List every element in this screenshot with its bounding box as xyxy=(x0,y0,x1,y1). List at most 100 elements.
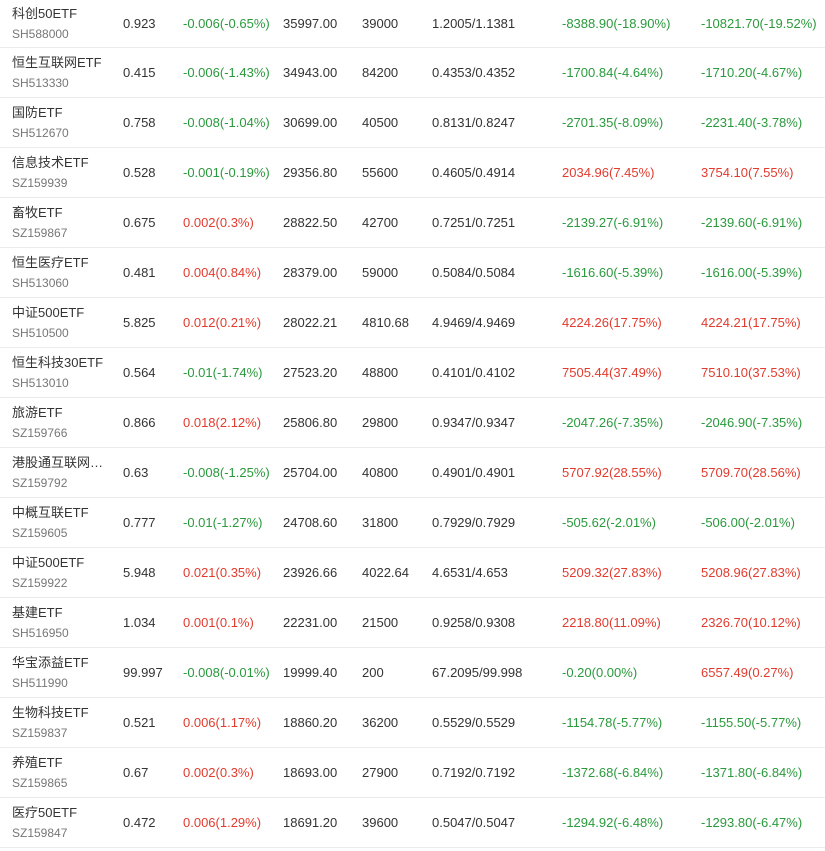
fund-name-cell[interactable]: 国防ETF SH512670 xyxy=(0,97,113,147)
fund-name[interactable]: 养殖ETF xyxy=(12,754,113,772)
price-value: 0.528 xyxy=(123,164,156,180)
nav-value: 0.9258/0.9308 xyxy=(432,614,516,630)
change-cell: -0.008(-0.01%) xyxy=(173,647,273,697)
pnl-value: 7505.44(37.49%) xyxy=(562,364,662,380)
change-cell: -0.001(-0.19%) xyxy=(173,147,273,197)
fund-code: SZ159766 xyxy=(12,425,68,440)
fund-name-cell[interactable]: 恒生医疗ETF SH513060 xyxy=(0,247,113,297)
table-row[interactable]: 生物科技ETF SZ159837 0.521 0.006(1.17%) 18860.20… xyxy=(0,697,825,747)
pnl-cell: 7505.44(37.49%) xyxy=(552,347,691,397)
change-value: -0.008(-1.25%) xyxy=(183,464,270,480)
volume-cell: 200 xyxy=(352,647,422,697)
pnl-value: -2701.35(-8.09%) xyxy=(562,114,664,130)
table-row[interactable]: 基建ETF SH516950 1.034 0.001(0.1%) 22231.00 215… xyxy=(0,597,825,647)
price-value: 0.758 xyxy=(123,114,156,130)
volume-value: 4810.68 xyxy=(362,314,409,330)
fund-name[interactable]: 华宝添益ETF xyxy=(12,654,113,672)
nav-value: 0.4901/0.4901 xyxy=(432,464,516,480)
pnl-total-value: 5709.70(28.56%) xyxy=(701,464,801,480)
volume-cell: 4810.68 xyxy=(352,297,422,347)
table-row[interactable]: 恒生医疗ETF SH513060 0.481 0.004(0.84%) 28379.00… xyxy=(0,247,825,297)
pnl-total-cell: 3754.10(7.55%) xyxy=(691,147,825,197)
fund-name-cell[interactable]: 恒生互联网ETF SH513330 xyxy=(0,47,113,97)
nav-cell: 0.5084/0.5084 xyxy=(422,247,552,297)
table-row[interactable]: 科创50ETF SH588000 0.923 -0.006(-0.65%) 35997.… xyxy=(0,0,825,47)
table-row[interactable]: 畜牧ETF SZ159867 0.675 0.002(0.3%) 28822.50 427… xyxy=(0,197,825,247)
fund-name[interactable]: 生物科技ETF xyxy=(12,704,113,722)
pnl-total-cell: -2046.90(-7.35%) xyxy=(691,397,825,447)
change-cell: -0.01(-1.74%) xyxy=(173,347,273,397)
pnl-value: -1154.78(-5.77%) xyxy=(562,714,663,730)
fund-name[interactable]: 医疗50ETF xyxy=(12,804,113,822)
fund-name-cell[interactable]: 华宝添益ETF SH511990 xyxy=(0,647,113,697)
table-row[interactable]: 中证500ETF SH510500 5.825 0.012(0.21%) 28022.2… xyxy=(0,297,825,347)
amount-value: 18860.20 xyxy=(283,714,338,730)
pnl-total-value: 2326.70(10.12%) xyxy=(701,614,801,630)
table-row[interactable]: 养殖ETF SZ159865 0.67 0.002(0.3%) 18693.00 2790… xyxy=(0,747,825,797)
pnl-total-value: -1710.20(-4.67%) xyxy=(701,64,803,80)
volume-cell: 39600 xyxy=(352,797,422,847)
price-cell: 1.034 xyxy=(113,597,173,647)
fund-name[interactable]: 恒生互联网ETF xyxy=(12,54,113,72)
price-value: 5.825 xyxy=(123,314,156,330)
table-row[interactable]: 中证500ETF SZ159922 5.948 0.021(0.35%) 23926.6… xyxy=(0,547,825,597)
pnl-cell: -505.62(-2.01%) xyxy=(552,497,691,547)
price-cell: 0.472 xyxy=(113,797,173,847)
fund-name[interactable]: 基建ETF xyxy=(12,604,113,622)
table-row[interactable]: 恒生科技30ETF SH513010 0.564 -0.01(-1.74%) 27523… xyxy=(0,347,825,397)
fund-name-cell[interactable]: 中证500ETF SH510500 xyxy=(0,297,113,347)
fund-name[interactable]: 恒生医疗ETF xyxy=(12,254,113,272)
fund-name[interactable]: 国防ETF xyxy=(12,104,113,122)
pnl-total-value: -1155.50(-5.77%) xyxy=(701,714,802,730)
fund-name[interactable]: 中证500ETF xyxy=(12,304,113,322)
fund-name[interactable]: 畜牧ETF xyxy=(12,204,113,222)
fund-name-cell[interactable]: 生物科技ETF SZ159837 xyxy=(0,697,113,747)
table-row[interactable]: 恒生互联网ETF SH513330 0.415 -0.006(-1.43%) 34943… xyxy=(0,47,825,97)
table-row[interactable]: 国防ETF SH512670 0.758 -0.008(-1.04%) 30699.00… xyxy=(0,97,825,147)
fund-name-cell[interactable]: 畜牧ETF SZ159867 xyxy=(0,197,113,247)
fund-name-cell[interactable]: 港股通互联网… SZ159792 xyxy=(0,447,113,497)
fund-name-cell[interactable]: 养殖ETF SZ159865 xyxy=(0,747,113,797)
fund-name[interactable]: 恒生科技30ETF xyxy=(12,354,113,372)
price-value: 0.564 xyxy=(123,364,156,380)
fund-name-cell[interactable]: 恒生科技30ETF SH513010 xyxy=(0,347,113,397)
fund-name[interactable]: 旅游ETF xyxy=(12,404,113,422)
change-value: -0.01(-1.74%) xyxy=(183,364,263,380)
fund-name-cell[interactable]: 信息技术ETF SZ159939 xyxy=(0,147,113,197)
pnl-total-cell: 2326.70(10.12%) xyxy=(691,597,825,647)
pnl-total-cell: -1710.20(-4.67%) xyxy=(691,47,825,97)
fund-code: SZ159837 xyxy=(12,725,68,740)
pnl-value: -505.62(-2.01%) xyxy=(562,514,656,530)
fund-name-cell[interactable]: 基建ETF SH516950 xyxy=(0,597,113,647)
table-row[interactable]: 中概互联ETF SZ159605 0.777 -0.01(-1.27%) 24708.6… xyxy=(0,497,825,547)
table-row[interactable]: 医疗50ETF SZ159847 0.472 0.006(1.29%) 18691.20… xyxy=(0,797,825,847)
nav-value: 0.4353/0.4352 xyxy=(432,64,516,80)
fund-code: SH510500 xyxy=(12,325,69,340)
amount-cell: 30699.00 xyxy=(273,97,352,147)
fund-name-cell[interactable]: 科创50ETF SH588000 xyxy=(0,0,113,47)
pnl-total-cell: 5709.70(28.56%) xyxy=(691,447,825,497)
price-cell: 0.415 xyxy=(113,47,173,97)
fund-name[interactable]: 中概互联ETF xyxy=(12,504,113,522)
price-cell: 5.948 xyxy=(113,547,173,597)
change-value: -0.006(-1.43%) xyxy=(183,64,270,80)
price-value: 0.472 xyxy=(123,814,156,830)
pnl-total-cell: 7510.10(37.53%) xyxy=(691,347,825,397)
fund-name-cell[interactable]: 医疗50ETF SZ159847 xyxy=(0,797,113,847)
amount-cell: 25806.80 xyxy=(273,397,352,447)
volume-cell: 39000 xyxy=(352,0,422,47)
fund-name[interactable]: 信息技术ETF xyxy=(12,154,113,172)
fund-name[interactable]: 港股通互联网… xyxy=(12,454,113,472)
amount-cell: 24708.60 xyxy=(273,497,352,547)
fund-name-cell[interactable]: 中概互联ETF SZ159605 xyxy=(0,497,113,547)
fund-name[interactable]: 中证500ETF xyxy=(12,554,113,572)
volume-value: 27900 xyxy=(362,764,399,780)
fund-name-cell[interactable]: 旅游ETF SZ159766 xyxy=(0,397,113,447)
table-row[interactable]: 华宝添益ETF SH511990 99.997 -0.008(-0.01%) 19999… xyxy=(0,647,825,697)
pnl-total-value: -2046.90(-7.35%) xyxy=(701,414,803,430)
table-row[interactable]: 信息技术ETF SZ159939 0.528 -0.001(-0.19%) 29356.… xyxy=(0,147,825,197)
fund-name[interactable]: 科创50ETF xyxy=(12,5,113,23)
table-row[interactable]: 旅游ETF SZ159766 0.866 0.018(2.12%) 25806.80 29… xyxy=(0,397,825,447)
fund-name-cell[interactable]: 中证500ETF SZ159922 xyxy=(0,547,113,597)
table-row[interactable]: 港股通互联网… SZ159792 0.63 -0.008(-1.25%) 25704.0… xyxy=(0,447,825,497)
